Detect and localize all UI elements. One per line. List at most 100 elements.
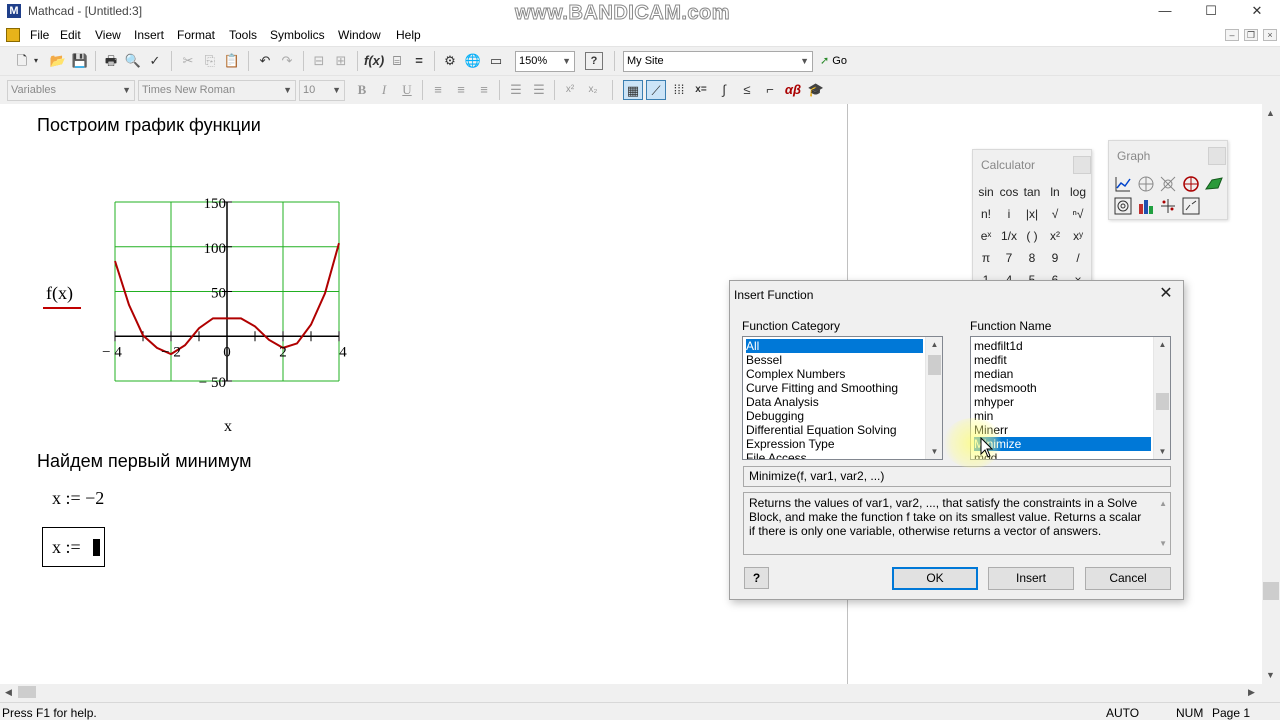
calculator-key[interactable]: eˣ [975,226,997,246]
category-list-item[interactable]: File Access [746,451,923,459]
menu-help[interactable]: Help [396,28,421,42]
calculus-toolbar-icon[interactable]: ∫ [714,80,734,100]
polar-plot-icon[interactable] [1136,174,1156,194]
scatter-plot-icon[interactable] [1158,196,1178,216]
menu-symbolics[interactable]: Symbolics [270,28,325,42]
scroll-up-icon[interactable]: ▲ [1266,108,1275,118]
horizontal-scroll-thumb[interactable] [18,686,36,698]
function-name-list-item[interactable]: Minerr [974,423,1151,437]
scroll-left-icon[interactable]: ◀ [5,687,12,698]
xy-plot-icon[interactable] [1113,174,1133,194]
calculator-key[interactable]: i [998,204,1020,224]
calculator-key[interactable]: √ [1044,204,1066,224]
calculator-close-icon[interactable] [1073,156,1091,174]
menu-format[interactable]: Format [177,28,215,42]
function-name-list-item[interactable]: medfit [974,353,1151,367]
url-select[interactable]: My Site ▼ [623,51,813,72]
surface-plot-icon[interactable] [1181,174,1201,194]
align-center-icon[interactable]: ≡ [451,80,471,100]
programming-toolbar-icon[interactable]: ⌐ [760,80,780,100]
calculator-key[interactable]: cos [998,182,1020,202]
evaluation-toolbar-icon[interactable]: x= [691,80,711,100]
category-list-item[interactable]: Complex Numbers [746,367,923,381]
category-list-item[interactable]: Differential Equation Solving [746,423,923,437]
copy-icon[interactable]: ⎘ [200,51,220,71]
bold-icon[interactable]: B [352,80,372,100]
graph-close-icon[interactable] [1208,147,1226,165]
assignment-x-guess[interactable]: x := −2 [52,488,104,509]
style-select[interactable]: Variables ▼ [7,80,135,101]
menu-window[interactable]: Window [338,28,381,42]
add-trace-icon[interactable] [1158,174,1178,194]
category-list-item[interactable]: Debugging [746,409,923,423]
greek-toolbar-icon[interactable]: αβ [783,80,803,100]
calculator-key[interactable]: ln [1044,182,1066,202]
paste-icon[interactable]: 📋 [222,51,242,71]
undo-icon[interactable]: ↶ [255,51,275,71]
close-button[interactable]: ✕ [1234,0,1280,24]
go-button[interactable]: ➚ Go [820,51,860,71]
function-name-scrollbar[interactable]: ▲ ▼ [1153,337,1170,459]
cut-icon[interactable]: ✂ [178,51,198,71]
calculator-toolbar-icon[interactable]: ▦ [623,80,643,100]
subscript-icon[interactable]: x₂ [583,80,603,100]
calculator-key[interactable]: 9 [1044,248,1066,268]
scroll-down-icon[interactable]: ▼ [1266,670,1275,680]
new-dropdown-icon[interactable]: ▾ [30,51,42,71]
calculate-icon[interactable]: = [409,51,429,71]
doc-minimize-icon[interactable]: – [1225,29,1239,41]
spell-check-icon[interactable]: ✓ [145,51,165,71]
function-name-listbox[interactable]: mod Minimize Minerr min mhyper medsmooth media… [970,336,1171,460]
vector-field-icon[interactable] [1181,196,1201,216]
menu-edit[interactable]: Edit [60,28,81,42]
category-list-item[interactable]: Data Analysis [746,395,923,409]
symbolic-toolbar-icon[interactable]: 🎓 [806,80,826,100]
calculator-key[interactable]: / [1067,248,1089,268]
calculator-key[interactable]: π [975,248,997,268]
y-axis-expression[interactable]: f(x) [46,283,73,304]
matrix-toolbar-icon[interactable]: ⁞⁞⁞ [669,80,689,100]
ok-button[interactable]: OK [892,567,978,590]
dialog-close-icon[interactable]: ✕ [1155,283,1177,305]
resource-center-icon[interactable]: 🌐 [463,51,483,71]
calculator-key[interactable]: 7 [998,248,1020,268]
print-preview-icon[interactable]: 🔍 [123,51,143,71]
calculator-key[interactable]: tan [1021,182,1043,202]
function-name-list-item[interactable]: medsmooth [974,381,1151,395]
category-scrollbar[interactable]: ▲ ▼ [925,337,942,459]
insert-function-icon[interactable]: f(x) [364,51,384,71]
menu-file[interactable]: File [30,28,49,42]
insert-region-icon[interactable]: ▭ [486,51,506,71]
align-across-icon[interactable]: ⊟ [309,51,329,71]
dialog-help-button[interactable]: ? [744,567,769,589]
align-left-icon[interactable]: ≡ [428,80,448,100]
calculator-key[interactable]: sin [975,182,997,202]
redo-icon[interactable]: ↷ [277,51,297,71]
doc-restore-icon[interactable]: ❐ [1244,29,1258,41]
align-down-icon[interactable]: ⊞ [331,51,351,71]
category-list-item[interactable]: All [746,339,923,353]
print-icon[interactable]: 🖶 [101,51,121,71]
calculator-key[interactable]: x² [1044,226,1066,246]
category-listbox[interactable]: File Access Expression Type Differential E… [742,336,943,460]
category-list-item[interactable]: Curve Fitting and Smoothing [746,381,923,395]
calculator-key[interactable]: log [1067,182,1089,202]
help-icon[interactable]: ? [585,52,603,70]
menu-insert[interactable]: Insert [134,28,164,42]
contour-plot-icon[interactable] [1113,196,1133,216]
bar-plot-icon[interactable] [1136,196,1156,216]
cancel-button[interactable]: Cancel [1085,567,1171,590]
zoom-select[interactable]: 150% ▼ [515,51,575,72]
function-name-list-item[interactable]: mod [974,451,1151,459]
align-right-icon[interactable]: ≡ [474,80,494,100]
new-icon[interactable]: 🗋 [12,51,32,71]
calculator-key[interactable]: 8 [1021,248,1043,268]
category-list-item[interactable]: Bessel [746,353,923,367]
calculator-key[interactable]: 1/x [998,226,1020,246]
italic-icon[interactable]: I [374,80,394,100]
insert-unit-icon[interactable]: ⌸ [387,51,407,71]
superscript-icon[interactable]: x² [560,80,580,100]
vertical-scroll-thumb[interactable] [1263,582,1279,600]
calculator-key[interactable]: |x| [1021,204,1043,224]
x-axis-expression[interactable]: x [224,418,232,436]
